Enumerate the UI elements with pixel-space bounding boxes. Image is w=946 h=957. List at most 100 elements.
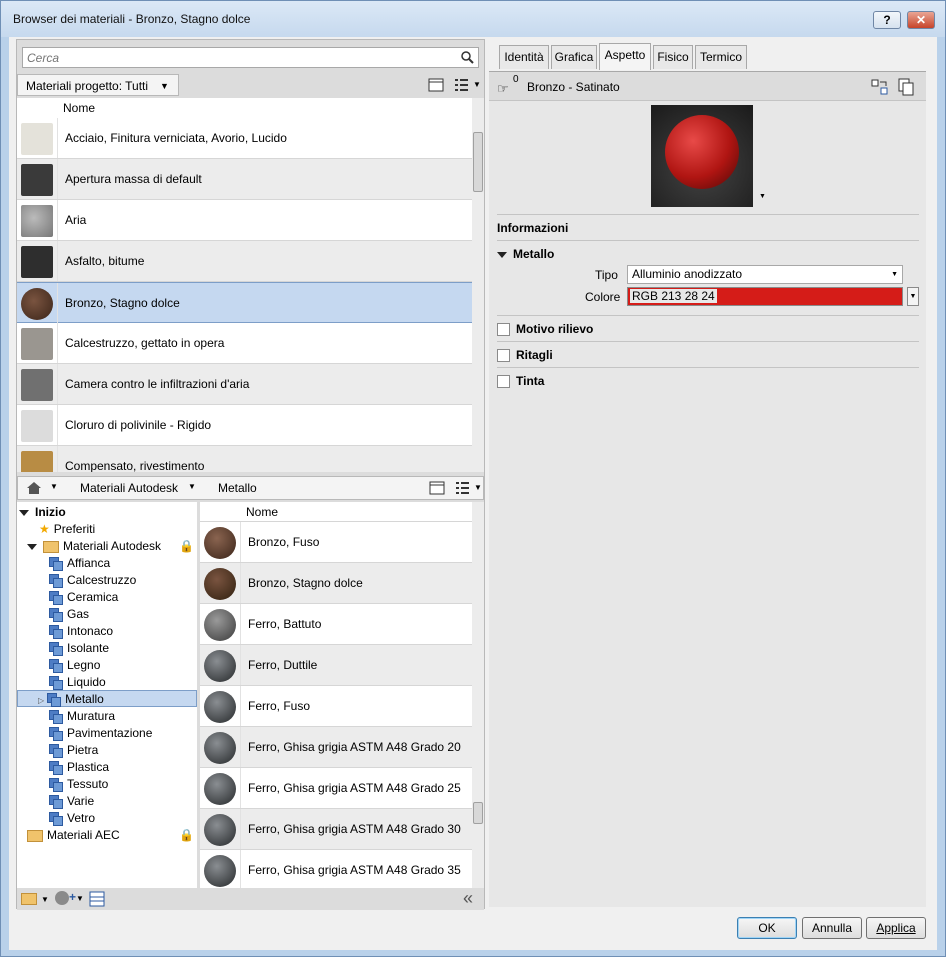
create-material-icon[interactable]: +▼ xyxy=(55,890,84,905)
section-tint[interactable]: Tinta xyxy=(497,367,919,393)
list-item[interactable]: Camera contro le infiltrazioni d'aria xyxy=(17,364,472,405)
list-item[interactable]: Asfalto, bitume xyxy=(17,241,472,282)
tree-category[interactable]: Vetro xyxy=(49,810,95,827)
tree-category[interactable]: Affianca xyxy=(49,555,110,572)
list-item[interactable]: Ferro, Battuto xyxy=(200,604,472,645)
project-list-scrollbar[interactable] xyxy=(472,98,484,472)
material-thumbnail xyxy=(21,205,53,237)
tree-category[interactable]: Muratura xyxy=(49,708,115,725)
ok-button[interactable]: OK xyxy=(737,917,797,939)
properties-area: ▼ Informazioni Metallo Tipo Alluminio an… xyxy=(489,101,926,907)
tree-category[interactable]: Tessuto xyxy=(49,776,108,793)
material-thumbnail xyxy=(21,164,53,196)
help-button[interactable]: ? xyxy=(873,11,901,29)
type-select[interactable]: Alluminio anodizzato ▼ xyxy=(627,265,903,284)
tree-category[interactable]: Varie xyxy=(49,793,94,810)
list-item[interactable]: Acciaio, Finitura verniciata, Avorio, Lu… xyxy=(17,118,472,159)
list-options-icon[interactable] xyxy=(453,76,471,94)
scrollbar-thumb[interactable] xyxy=(473,132,483,192)
section-cutouts[interactable]: Ritagli xyxy=(497,341,919,367)
material-thumbnail xyxy=(204,691,236,723)
material-preview[interactable] xyxy=(651,105,753,207)
color-dropdown-button[interactable]: ▼ xyxy=(907,287,919,306)
section-relief-pattern[interactable]: Motivo rilievo xyxy=(497,315,919,341)
cutouts-checkbox[interactable] xyxy=(497,349,510,363)
list-item[interactable]: Ferro, Fuso xyxy=(200,686,472,727)
tree-category[interactable]: Liquido xyxy=(49,674,106,691)
tree-category[interactable]: Pavimentazione xyxy=(49,725,152,742)
section-information[interactable]: Informazioni xyxy=(497,214,919,240)
category-icon xyxy=(49,778,63,793)
apply-button[interactable]: Applica xyxy=(866,917,926,939)
chevron-down-icon[interactable]: ▼ xyxy=(474,483,482,492)
replace-asset-icon[interactable] xyxy=(871,79,889,95)
tree-category[interactable]: Legno xyxy=(49,657,100,674)
search-icon[interactable] xyxy=(460,50,474,64)
tint-checkbox[interactable] xyxy=(497,375,510,389)
category-icon xyxy=(49,591,63,606)
column-header-name[interactable]: Nome xyxy=(17,98,472,118)
tree-category-selected[interactable]: ▷ Metallo xyxy=(17,690,197,708)
duplicate-asset-icon[interactable] xyxy=(897,78,915,96)
list-item[interactable]: Ferro, Ghisa grigia ASTM A48 Grado 30 xyxy=(200,809,472,850)
view-toggle-icon[interactable] xyxy=(428,479,446,497)
tab-identity[interactable]: Identità xyxy=(499,45,549,69)
tree-category[interactable]: Isolante xyxy=(49,640,109,657)
tree-root[interactable]: Inizio xyxy=(19,504,66,521)
tab-appearance[interactable]: Aspetto xyxy=(599,43,651,70)
list-item[interactable]: Ferro, Ghisa grigia ASTM A48 Grado 20 xyxy=(200,727,472,768)
tree-aec-materials[interactable]: Materiali AEC 🔒 xyxy=(27,827,197,844)
list-item[interactable]: Ferro, Duttile xyxy=(200,645,472,686)
relief-checkbox[interactable] xyxy=(497,323,510,337)
close-button[interactable]: ✕ xyxy=(907,11,935,29)
chevron-down-icon[interactable]: ▼ xyxy=(188,482,196,491)
tree-category[interactable]: Plastica xyxy=(49,759,109,776)
material-browser-window: Browser dei materiali - Bronzo, Stagno d… xyxy=(0,0,946,957)
tree-favorites[interactable]: ★ Preferiti xyxy=(39,521,95,538)
section-metal[interactable]: Metallo xyxy=(497,240,919,266)
tab-graphics[interactable]: Grafica xyxy=(551,45,597,69)
home-icon[interactable] xyxy=(26,481,42,495)
list-item[interactable]: Cloruro di polivinile - Rigido xyxy=(17,405,472,446)
list-item[interactable]: Ferro, Ghisa grigia ASTM A48 Grado 25 xyxy=(200,768,472,809)
view-toggle-icon[interactable] xyxy=(427,76,445,94)
list-options-icon[interactable] xyxy=(454,479,472,497)
search-box[interactable] xyxy=(22,47,479,68)
scrollbar-thumb[interactable] xyxy=(473,802,483,824)
tab-physical[interactable]: Fisico xyxy=(653,45,693,69)
chevron-down-icon[interactable]: ▼ xyxy=(759,193,766,200)
list-item[interactable]: Bronzo, Stagno dolce xyxy=(200,563,472,604)
library-toolbar: ▼ +▼ « xyxy=(17,888,484,910)
tree-autodesk-materials[interactable]: Materiali Autodesk 🔒 xyxy=(27,538,197,555)
tree-category[interactable]: Intonaco xyxy=(49,623,113,640)
list-item[interactable]: Calcestruzzo, gettato in opera xyxy=(17,323,472,364)
search-input[interactable] xyxy=(23,48,443,67)
list-item-selected[interactable]: Bronzo, Stagno dolce xyxy=(17,282,472,323)
lock-icon: 🔒 xyxy=(179,828,194,842)
list-item[interactable]: Aria xyxy=(17,200,472,241)
list-item[interactable]: Apertura massa di default xyxy=(17,159,472,200)
list-item[interactable]: Ferro, Ghisa grigia ASTM A48 Grado 35 xyxy=(200,850,472,888)
project-materials-filter[interactable]: Materiali progetto: Tutti ▼ xyxy=(17,74,179,96)
list-item[interactable]: Bronzo, Fuso xyxy=(200,522,472,563)
tree-category[interactable]: Gas xyxy=(49,606,89,623)
category-icon xyxy=(49,642,63,657)
tree-category[interactable]: Ceramica xyxy=(49,589,118,606)
chevron-down-icon[interactable]: ▼ xyxy=(50,482,58,491)
material-thumbnail xyxy=(21,246,53,278)
library-list-scrollbar[interactable] xyxy=(472,502,484,888)
tab-thermal[interactable]: Termico xyxy=(695,45,747,69)
library-manage-icon[interactable]: ▼ xyxy=(21,891,49,905)
crumb-autodesk[interactable]: Materiali Autodesk xyxy=(80,481,178,495)
column-header-name[interactable]: Nome xyxy=(200,502,472,522)
collapse-icon[interactable]: « xyxy=(463,888,473,909)
list-item[interactable]: Compensato, rivestimento xyxy=(17,446,472,472)
cancel-button[interactable]: Annulla xyxy=(802,917,862,939)
editor-toggle-icon[interactable] xyxy=(89,891,105,907)
tree-category[interactable]: Pietra xyxy=(49,742,98,759)
chevron-down-icon[interactable]: ▼ xyxy=(473,80,481,89)
crumb-metal[interactable]: Metallo xyxy=(218,481,257,495)
tree-category[interactable]: Calcestruzzo xyxy=(49,572,136,589)
color-field[interactable]: RGB 213 28 24 xyxy=(627,287,903,306)
type-label: Tipo xyxy=(595,268,618,282)
